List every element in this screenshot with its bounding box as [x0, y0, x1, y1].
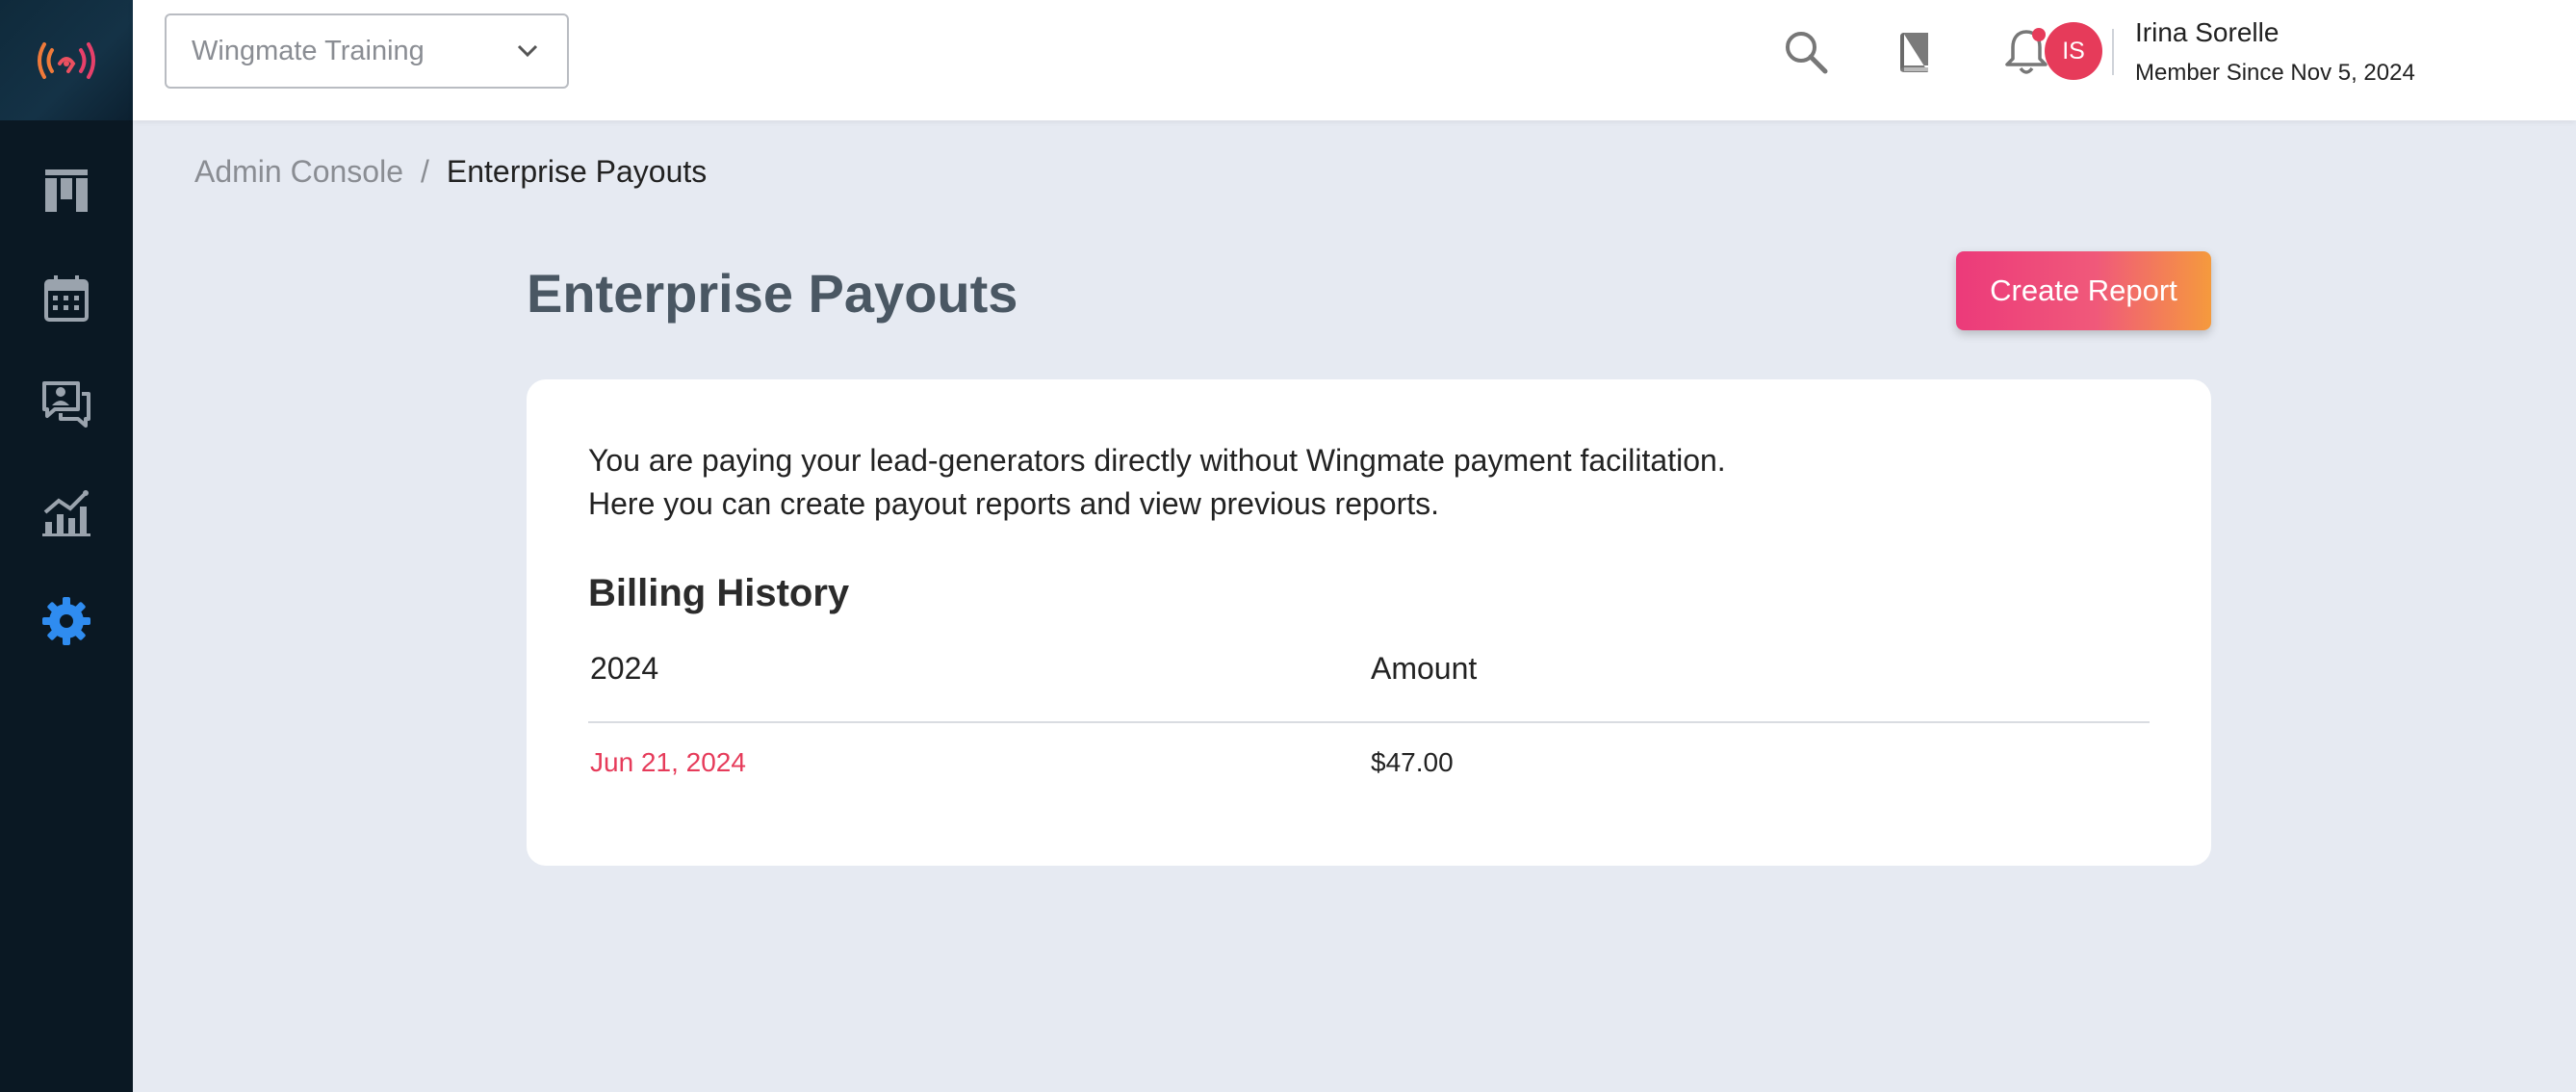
breadcrumb-current: Enterprise Payouts: [446, 154, 708, 189]
nav-calendar[interactable]: [0, 255, 133, 342]
search-button[interactable]: [1777, 23, 1835, 81]
calendar-icon: [44, 275, 89, 322]
nav-analytics[interactable]: [0, 470, 133, 557]
nav-chat[interactable]: [0, 362, 133, 449]
search-icon: [1786, 32, 1828, 74]
broadcast-signal-logo: [38, 41, 95, 79]
analytics-chart-icon: [42, 490, 90, 536]
description: You are paying your lead-generators dire…: [588, 439, 1726, 526]
nav-board[interactable]: [0, 147, 133, 234]
payouts-card: You are paying your lead-generators dire…: [527, 379, 2211, 866]
avatar[interactable]: IS: [2045, 22, 2102, 80]
billing-date-link[interactable]: Jun 21, 2024: [590, 747, 746, 778]
top-bar: Wingmate Training IS Irina Sorelle Membe…: [133, 0, 2576, 120]
column-header-year: 2024: [590, 651, 659, 686]
breadcrumb-separator: /: [421, 154, 429, 189]
chat-person-icon: [42, 381, 90, 428]
create-report-button[interactable]: Create Report: [1956, 251, 2211, 330]
description-line-2: Here you can create payout reports and v…: [588, 486, 1440, 521]
header-divider: [2112, 29, 2114, 75]
chevron-down-icon: [517, 44, 538, 58]
member-since: Member Since Nov 5, 2024: [2135, 60, 2415, 86]
sidebar: [0, 0, 133, 1092]
gear-icon: [42, 597, 90, 645]
avatar-initials: IS: [2062, 37, 2085, 65]
organization-select[interactable]: Wingmate Training: [165, 13, 569, 89]
breadcrumb: Admin Console / Enterprise Payouts: [194, 154, 707, 190]
billing-history-title: Billing History: [588, 572, 850, 614]
bell-icon: [2005, 28, 2048, 74]
book-icon: [1900, 33, 1928, 72]
column-header-amount: Amount: [1371, 651, 1478, 686]
board-columns-icon: [45, 169, 88, 212]
user-name: Irina Sorelle: [2135, 17, 2280, 47]
billing-amount: $47.00: [1371, 747, 1454, 777]
breadcrumb-admin-console[interactable]: Admin Console: [194, 154, 403, 190]
nav-settings[interactable]: [0, 578, 133, 664]
docs-button[interactable]: [1885, 23, 1943, 81]
organization-select-value: Wingmate Training: [192, 35, 425, 66]
description-line-1: You are paying your lead-generators dire…: [588, 443, 1726, 478]
app-logo[interactable]: [0, 0, 133, 120]
table-divider: [588, 721, 2150, 723]
page-title: Enterprise Payouts: [527, 263, 1018, 324]
